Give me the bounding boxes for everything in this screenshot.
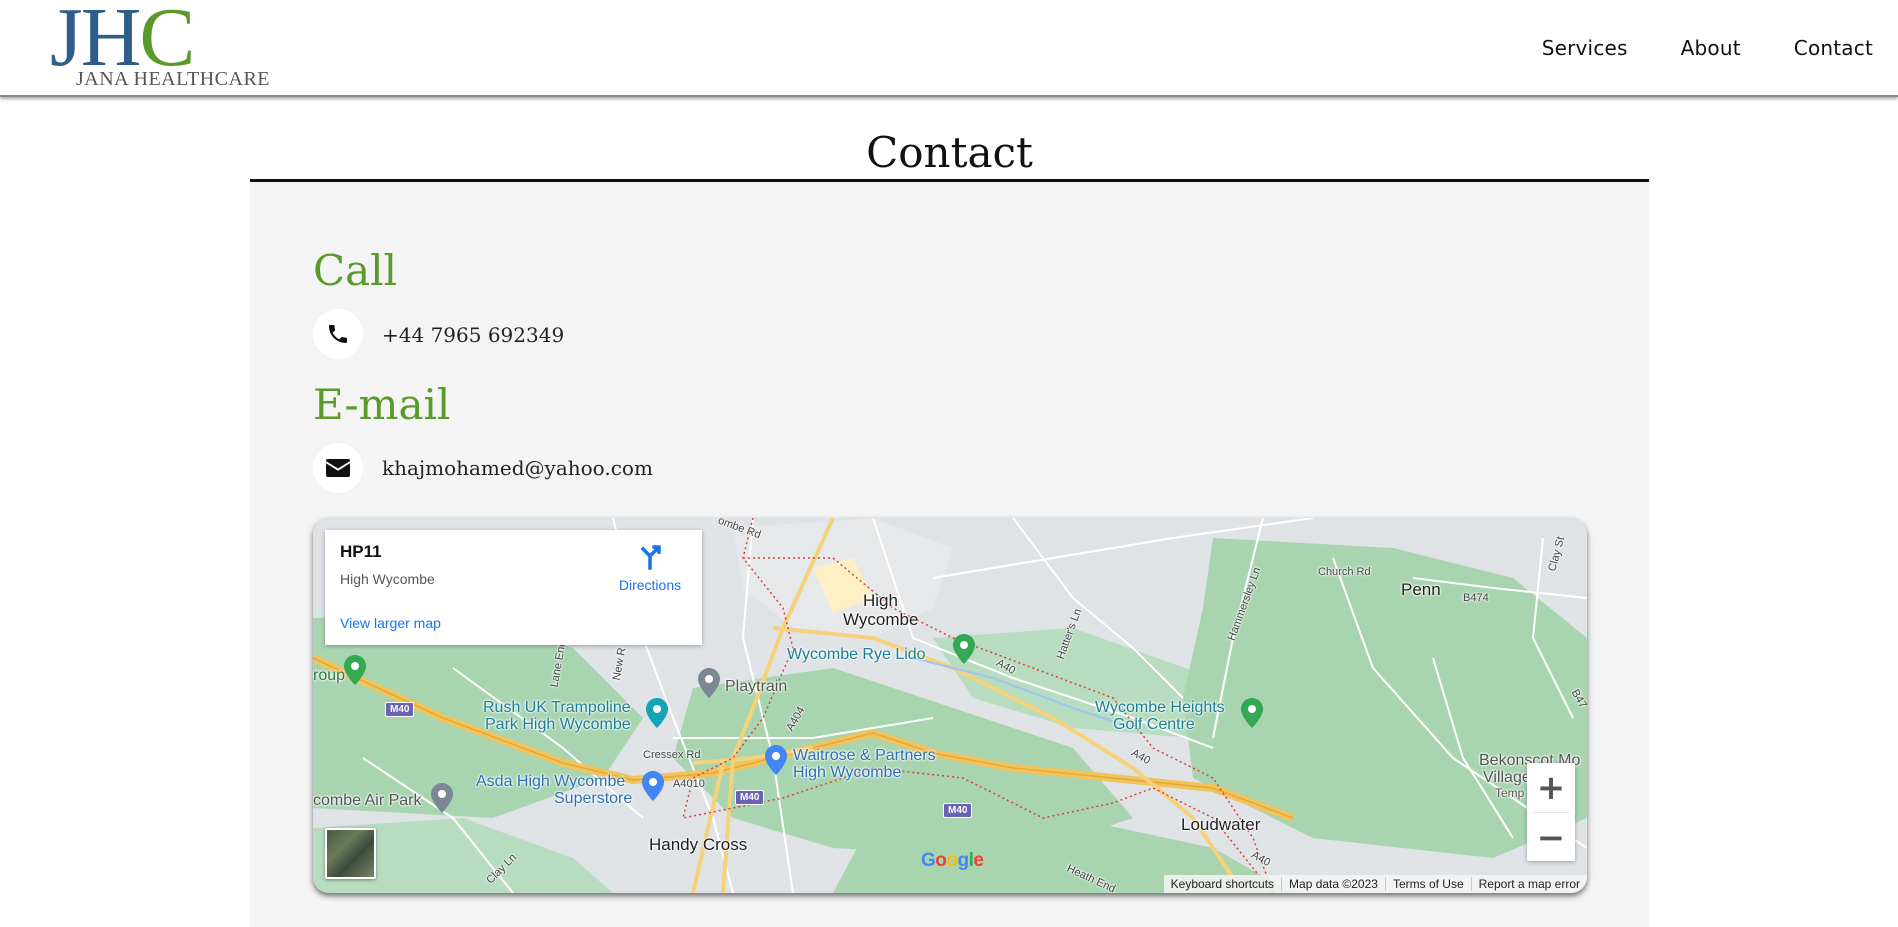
road-label-church-rd: Church Rd — [1318, 566, 1371, 578]
map-label-heights-2[interactable]: Golf Centre — [1113, 716, 1195, 733]
map-label-playtrain[interactable]: Playtrain — [725, 678, 787, 696]
google-logo-letter: G — [921, 850, 936, 871]
keyboard-shortcuts-link[interactable]: Keyboard shortcuts — [1164, 877, 1281, 891]
google-logo: Google — [921, 850, 984, 872]
satellite-toggle-button[interactable] — [325, 828, 376, 879]
road-badge-m40: M40 — [735, 790, 765, 805]
zoom-out-button[interactable]: − — [1527, 813, 1575, 862]
map-label-heights-1[interactable]: Wycombe Heights — [1095, 699, 1225, 716]
road-label-cressex-rd: Cressex Rd — [643, 749, 701, 761]
rye-lido-pin-icon[interactable] — [953, 634, 975, 664]
nav-contact[interactable]: Contact — [1794, 36, 1873, 60]
google-logo-letter: o — [935, 850, 947, 871]
map-label-rush-1[interactable]: Rush UK Trampoline — [483, 699, 631, 716]
terms-of-use-link[interactable]: Terms of Use — [1384, 877, 1471, 891]
google-logo-letter: e — [973, 850, 984, 871]
map-label-waitrose-1[interactable]: Waitrose & Partners — [793, 747, 936, 764]
playtrain-pin-icon[interactable] — [698, 668, 720, 698]
map-label-rye-lido[interactable]: Wycombe Rye Lido — [787, 646, 926, 663]
directions-button[interactable]: Directions — [610, 544, 690, 593]
road-label-a4010: A4010 — [673, 778, 705, 790]
map-locality: High Wycombe — [340, 571, 435, 587]
nav-services[interactable]: Services — [1542, 36, 1628, 60]
site-header: JHC JANA HEALTHCARE Services About Conta… — [0, 0, 1898, 97]
call-heading: Call — [313, 246, 398, 295]
main-nav: Services About Contact — [1542, 36, 1873, 60]
map-label-wycombe: Wycombe — [843, 610, 919, 629]
map-info-card: HP11 High Wycombe View larger map Direct… — [325, 530, 702, 645]
map-data-text: Map data ©2023 — [1281, 877, 1385, 891]
logo-name: JANA HEALTHCARE — [76, 68, 270, 90]
map-label-waitrose-2[interactable]: High Wycombe — [793, 764, 901, 781]
golf-pin-icon[interactable] — [1241, 698, 1263, 728]
waitrose-pin-icon[interactable] — [765, 745, 787, 775]
map-label-handy-cross: Handy Cross — [649, 835, 748, 854]
map-place-name: HP11 — [340, 542, 382, 561]
email-heading: E-mail — [313, 380, 451, 429]
road-badge-m40: M40 — [943, 803, 973, 818]
directions-label: Directions — [618, 577, 682, 593]
map-label-rush-2[interactable]: Park High Wycombe — [485, 716, 631, 733]
google-logo-letter: o — [946, 850, 958, 871]
map-label-air-park[interactable]: combe Air Park — [313, 792, 421, 810]
map-label-asda-1[interactable]: Asda High Wycombe — [476, 773, 625, 790]
view-larger-map-link[interactable]: View larger map — [340, 615, 441, 631]
phone-icon — [313, 309, 363, 359]
map-label-penn: Penn — [1401, 580, 1441, 599]
air-park-pin-icon[interactable] — [431, 783, 453, 813]
asda-pin-icon[interactable] — [642, 771, 664, 801]
trampoline-pin-icon[interactable] — [646, 698, 668, 728]
map-label-bekonscot-3[interactable]: Temp — [1495, 786, 1524, 800]
zoom-in-button[interactable]: + — [1527, 763, 1575, 812]
logo[interactable]: JHC JANA HEALTHCARE — [50, 0, 270, 92]
phone-number[interactable]: +44 7965 692349 — [382, 323, 564, 347]
report-map-error-link[interactable]: Report a map error — [1470, 877, 1587, 891]
map-label-asda-2[interactable]: Superstore — [554, 790, 632, 807]
envelope-icon — [313, 443, 363, 493]
road-label-b474: B474 — [1463, 592, 1489, 604]
map-embed[interactable]: High Wycombe Penn Loudwater Handy Cross … — [313, 518, 1587, 893]
map-label-group[interactable]: roup — [313, 667, 345, 684]
email-address[interactable]: khajmohamed@yahoo.com — [382, 456, 653, 480]
directions-icon — [640, 545, 661, 570]
park-pin-icon[interactable] — [344, 655, 366, 685]
map-label-high: High — [863, 591, 898, 610]
zoom-controls: + − — [1527, 763, 1575, 861]
road-badge-m40: M40 — [385, 702, 415, 717]
map-label-loudwater: Loudwater — [1181, 815, 1261, 834]
google-logo-letter: g — [957, 850, 970, 871]
nav-about[interactable]: About — [1681, 36, 1741, 60]
map-attribution: Keyboard shortcuts Map data ©2023 Terms … — [1163, 875, 1587, 893]
page-title: Contact — [866, 128, 1033, 177]
